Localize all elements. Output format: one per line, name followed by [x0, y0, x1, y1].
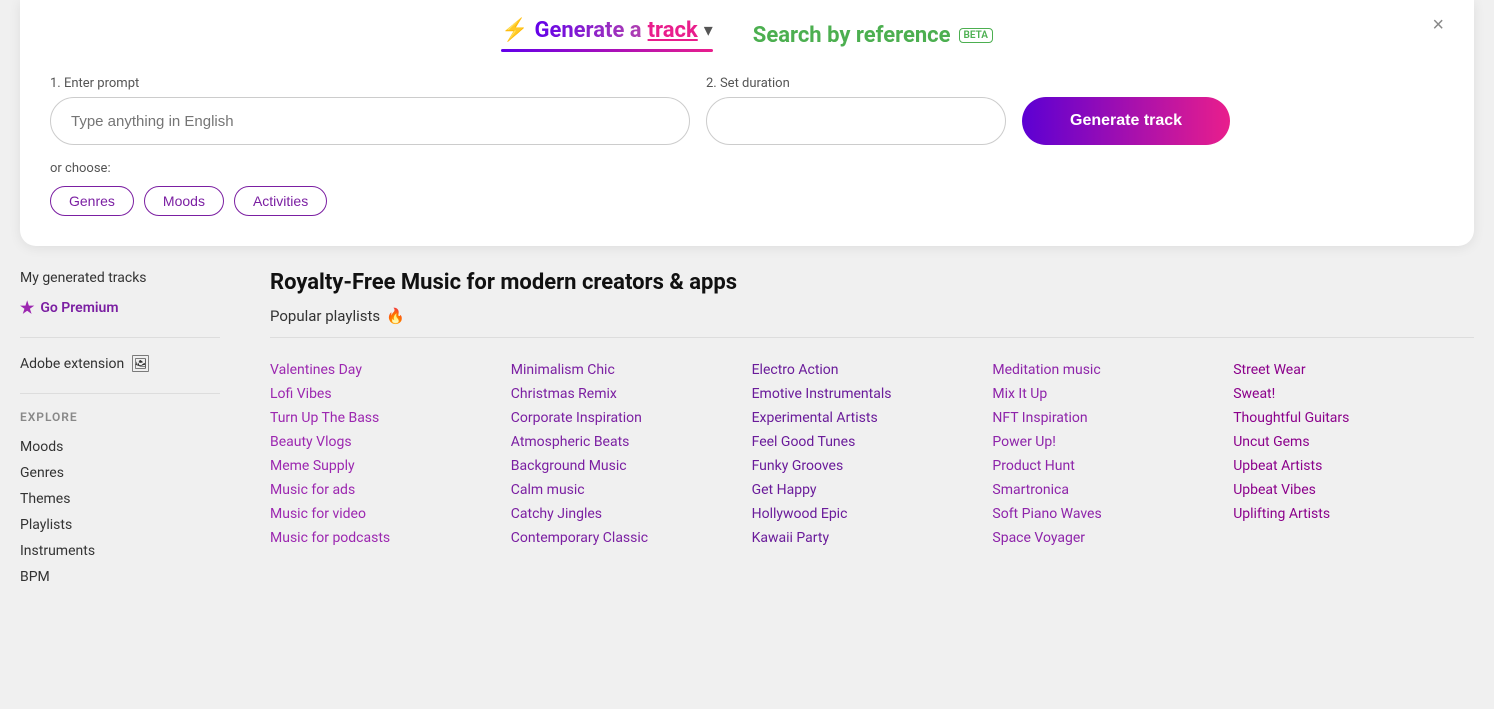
tag-buttons: Genres Moods Activities	[50, 186, 1444, 216]
duration-label: 2. Set duration	[706, 76, 1006, 91]
sidebar-divider-1	[20, 337, 220, 338]
list-item[interactable]: Music for video	[270, 502, 511, 526]
list-item[interactable]: Music for podcasts	[270, 526, 511, 550]
tab-bar: ⚡ Generate a track ▾ Search by reference…	[50, 0, 1444, 66]
list-item[interactable]: Upbeat Vibes	[1233, 478, 1474, 502]
dropdown-icon[interactable]: ▾	[704, 20, 713, 41]
sidebar-nav-themes[interactable]: Themes	[20, 486, 220, 512]
track-word: track	[648, 18, 698, 43]
list-item[interactable]: Beauty Vlogs	[270, 430, 511, 454]
sidebar-go-premium[interactable]: ★ Go Premium	[20, 298, 220, 317]
list-item[interactable]: Meditation music	[992, 358, 1233, 382]
playlists-divider	[270, 337, 1474, 338]
sidebar-divider-2	[20, 393, 220, 394]
list-item[interactable]: Valentines Day	[270, 358, 511, 382]
sidebar-nav-moods[interactable]: Moods	[20, 434, 220, 460]
list-item[interactable]: Power Up!	[992, 430, 1233, 454]
list-item[interactable]: Catchy Jingles	[511, 502, 752, 526]
list-item[interactable]: Contemporary Classic	[511, 526, 752, 550]
genres-tag-button[interactable]: Genres	[50, 186, 134, 216]
prompt-label: 1. Enter prompt	[50, 76, 690, 91]
playlists-grid: Valentines Day Lofi Vibes Turn Up The Ba…	[270, 358, 1474, 550]
list-item[interactable]: Product Hunt	[992, 454, 1233, 478]
playlist-col-2: Minimalism Chic Christmas Remix Corporat…	[511, 358, 752, 550]
sidebar-adobe-extension[interactable]: Adobe extension 🖼	[20, 354, 220, 373]
moods-tag-button[interactable]: Moods	[144, 186, 224, 216]
go-premium-label: Go Premium	[40, 300, 118, 316]
top-panel: ⚡ Generate a track ▾ Search by reference…	[20, 0, 1474, 246]
list-item[interactable]: Street Wear	[1233, 358, 1474, 382]
list-item[interactable]: Kawaii Party	[752, 526, 993, 550]
list-item[interactable]: Emotive Instrumentals	[752, 382, 993, 406]
sidebar-adobe-label: Adobe extension	[20, 356, 124, 372]
list-item[interactable]: Thoughtful Guitars	[1233, 406, 1474, 430]
playlist-col-4: Meditation music Mix It Up NFT Inspirati…	[992, 358, 1233, 550]
list-item[interactable]: Background Music	[511, 454, 752, 478]
list-item[interactable]: Minimalism Chic	[511, 358, 752, 382]
generate-button[interactable]: Generate track	[1022, 97, 1230, 145]
list-item[interactable]: Hollywood Epic	[752, 502, 993, 526]
generate-tab[interactable]: ⚡ Generate a track ▾	[501, 18, 713, 52]
playlist-col-5: Street Wear Sweat! Thoughtful Guitars Un…	[1233, 358, 1474, 550]
sidebar-nav-instruments[interactable]: Instruments	[20, 538, 220, 564]
explore-label: EXPLORE	[20, 410, 220, 424]
list-item[interactable]: Corporate Inspiration	[511, 406, 752, 430]
close-button[interactable]: ×	[1432, 14, 1444, 37]
list-item[interactable]: Space Voyager	[992, 526, 1233, 550]
list-item[interactable]: Calm music	[511, 478, 752, 502]
list-item[interactable]: Atmospheric Beats	[511, 430, 752, 454]
right-content: Royalty-Free Music for modern creators &…	[240, 270, 1474, 590]
adobe-icon: 🖼	[130, 354, 150, 373]
sidebar-nav-playlists[interactable]: Playlists	[20, 512, 220, 538]
search-tab-label: Search by reference	[753, 23, 951, 48]
duration-input[interactable]: 00:45	[706, 97, 1006, 145]
list-item[interactable]: Upbeat Artists	[1233, 454, 1474, 478]
popular-text: Popular playlists	[270, 307, 380, 325]
or-choose-label: or choose:	[50, 161, 1444, 176]
list-item[interactable]: Music for ads	[270, 478, 511, 502]
sidebar-nav-bpm[interactable]: BPM	[20, 564, 220, 590]
sidebar-my-tracks: My generated tracks	[20, 270, 220, 286]
list-item[interactable]: Meme Supply	[270, 454, 511, 478]
star-icon: ★	[20, 298, 34, 317]
list-item[interactable]: Feel Good Tunes	[752, 430, 993, 454]
form-row: 1. Enter prompt 2. Set duration 00:45 Ge…	[50, 76, 1444, 145]
list-item[interactable]: Funky Grooves	[752, 454, 993, 478]
prompt-input[interactable]	[50, 97, 690, 145]
list-item[interactable]: Electro Action	[752, 358, 993, 382]
duration-field-group: 2. Set duration 00:45	[706, 76, 1006, 145]
list-item[interactable]: Uncut Gems	[1233, 430, 1474, 454]
playlist-col-3: Electro Action Emotive Instrumentals Exp…	[752, 358, 993, 550]
list-item[interactable]: Smartronica	[992, 478, 1233, 502]
lightning-icon: ⚡	[501, 18, 528, 43]
search-tab[interactable]: Search by reference BETA	[753, 23, 993, 48]
generate-tab-underline	[501, 49, 713, 52]
list-item[interactable]: NFT Inspiration	[992, 406, 1233, 430]
playlist-col-1: Valentines Day Lofi Vibes Turn Up The Ba…	[270, 358, 511, 550]
main-content: My generated tracks ★ Go Premium Adobe e…	[0, 270, 1494, 590]
list-item[interactable]: Experimental Artists	[752, 406, 993, 430]
beta-badge: BETA	[959, 28, 993, 43]
list-item[interactable]: Turn Up The Bass	[270, 406, 511, 430]
sidebar-nav-genres[interactable]: Genres	[20, 460, 220, 486]
prompt-field-group: 1. Enter prompt	[50, 76, 690, 145]
sidebar: My generated tracks ★ Go Premium Adobe e…	[20, 270, 240, 590]
list-item[interactable]: Soft Piano Waves	[992, 502, 1233, 526]
list-item[interactable]: Lofi Vibes	[270, 382, 511, 406]
list-item[interactable]: Mix It Up	[992, 382, 1233, 406]
activities-tag-button[interactable]: Activities	[234, 186, 327, 216]
list-item[interactable]: Uplifting Artists	[1233, 502, 1474, 526]
list-item[interactable]: Christmas Remix	[511, 382, 752, 406]
section-title: Royalty-Free Music for modern creators &…	[270, 270, 1474, 295]
generate-tab-text: Generate a	[534, 18, 641, 43]
list-item[interactable]: Sweat!	[1233, 382, 1474, 406]
list-item[interactable]: Get Happy	[752, 478, 993, 502]
fire-icon: 🔥	[386, 307, 405, 325]
popular-label: Popular playlists 🔥	[270, 307, 1474, 325]
